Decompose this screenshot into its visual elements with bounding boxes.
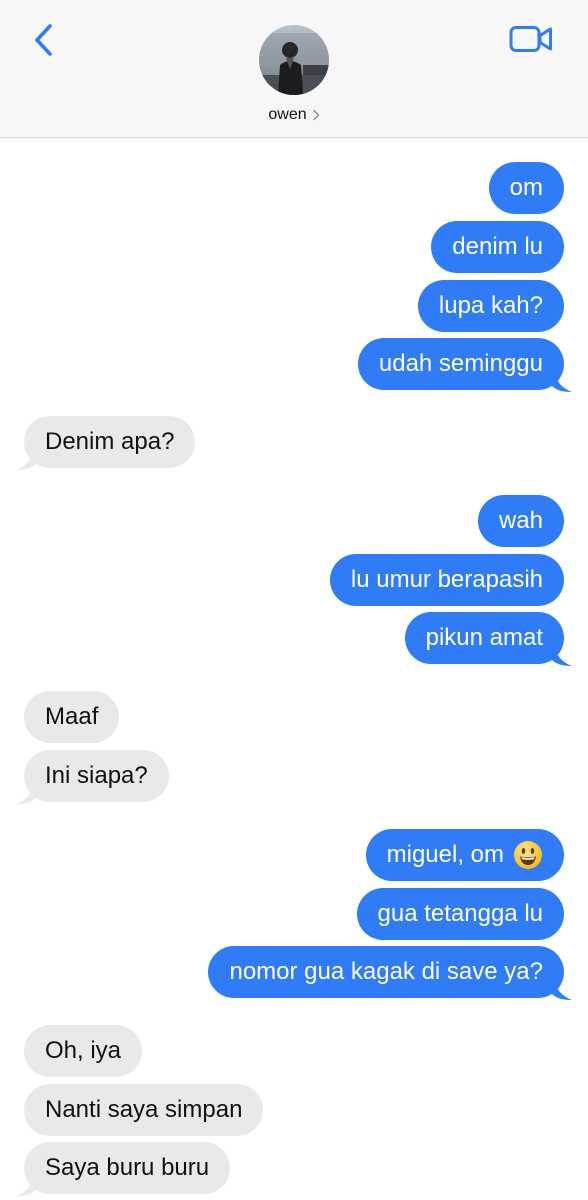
bubble-tail xyxy=(16,448,36,470)
message-text: Denim apa? xyxy=(45,428,175,455)
message-bubble-received[interactable]: Denim apa? xyxy=(16,416,196,470)
video-camera-icon xyxy=(509,26,552,52)
message-text: Nanti saya simpan xyxy=(45,1096,243,1123)
message-text: wah xyxy=(498,507,543,534)
bubble-tail xyxy=(16,1174,36,1196)
message-bubble-received[interactable]: Ini siapa? xyxy=(16,750,169,804)
message-text: Ini siapa? xyxy=(45,762,148,789)
contact-avatar-photo xyxy=(259,25,329,95)
message-bubble-sent[interactable]: lupa kah? xyxy=(417,280,564,332)
message-bubble-sent[interactable]: gua tetangga lu xyxy=(356,888,564,940)
message-text: Saya buru buru xyxy=(45,1154,210,1181)
message-bubble-sent[interactable]: om xyxy=(488,162,564,214)
message-text: Oh, iya xyxy=(45,1037,122,1064)
message-text: pikun amat xyxy=(425,624,543,651)
video-call-button[interactable] xyxy=(506,20,556,58)
message-text: miguel, om xyxy=(386,841,504,868)
back-button[interactable] xyxy=(26,18,62,62)
message-text: nomor gua kagak di save ya? xyxy=(229,958,543,985)
message-text: udah seminggu xyxy=(378,350,543,377)
conversation-header: owen xyxy=(0,0,588,138)
message-bubble-sent[interactable]: lu umur berapasih xyxy=(329,554,564,606)
message-text: denim lu xyxy=(452,233,543,260)
avatar[interactable] xyxy=(259,25,329,95)
message-text: lupa kah? xyxy=(438,292,543,319)
bubble-tail xyxy=(552,978,572,1000)
chevron-left-icon xyxy=(35,24,52,56)
message-bubble-received[interactable]: Maaf xyxy=(24,691,120,743)
contact-name-row[interactable]: owen xyxy=(0,103,588,127)
message-bubble-sent[interactable]: udah seminggu xyxy=(357,338,572,392)
message-bubble-sent[interactable]: nomor gua kagak di save ya? xyxy=(208,946,572,1000)
message-bubble-sent[interactable]: denim lu xyxy=(431,221,564,273)
message-bubble-sent[interactable]: wah xyxy=(477,495,564,547)
message-text: lu umur berapasih xyxy=(350,566,543,593)
smiley-emoji-icon xyxy=(514,841,542,869)
message-text: gua tetangga lu xyxy=(377,900,543,927)
message-bubble-received[interactable]: Oh, iya xyxy=(24,1025,143,1077)
message-bubble-sent[interactable]: miguel, om xyxy=(365,829,564,881)
message-bubble-sent[interactable]: pikun amat xyxy=(404,612,572,666)
message-bubble-received[interactable]: Saya buru buru xyxy=(16,1142,231,1196)
message-text: om xyxy=(509,174,543,201)
chevron-right-icon xyxy=(312,109,319,121)
bubble-tail xyxy=(16,782,36,804)
message-thread[interactable]: om denim lu lupa kah? udah seminggu Deni… xyxy=(0,137,588,1200)
message-bubble-received[interactable]: Nanti saya simpan xyxy=(24,1084,264,1136)
contact-name: owen xyxy=(268,106,307,123)
bubble-tail xyxy=(552,644,572,666)
message-text: Maaf xyxy=(45,703,99,730)
bubble-tail xyxy=(552,370,572,392)
